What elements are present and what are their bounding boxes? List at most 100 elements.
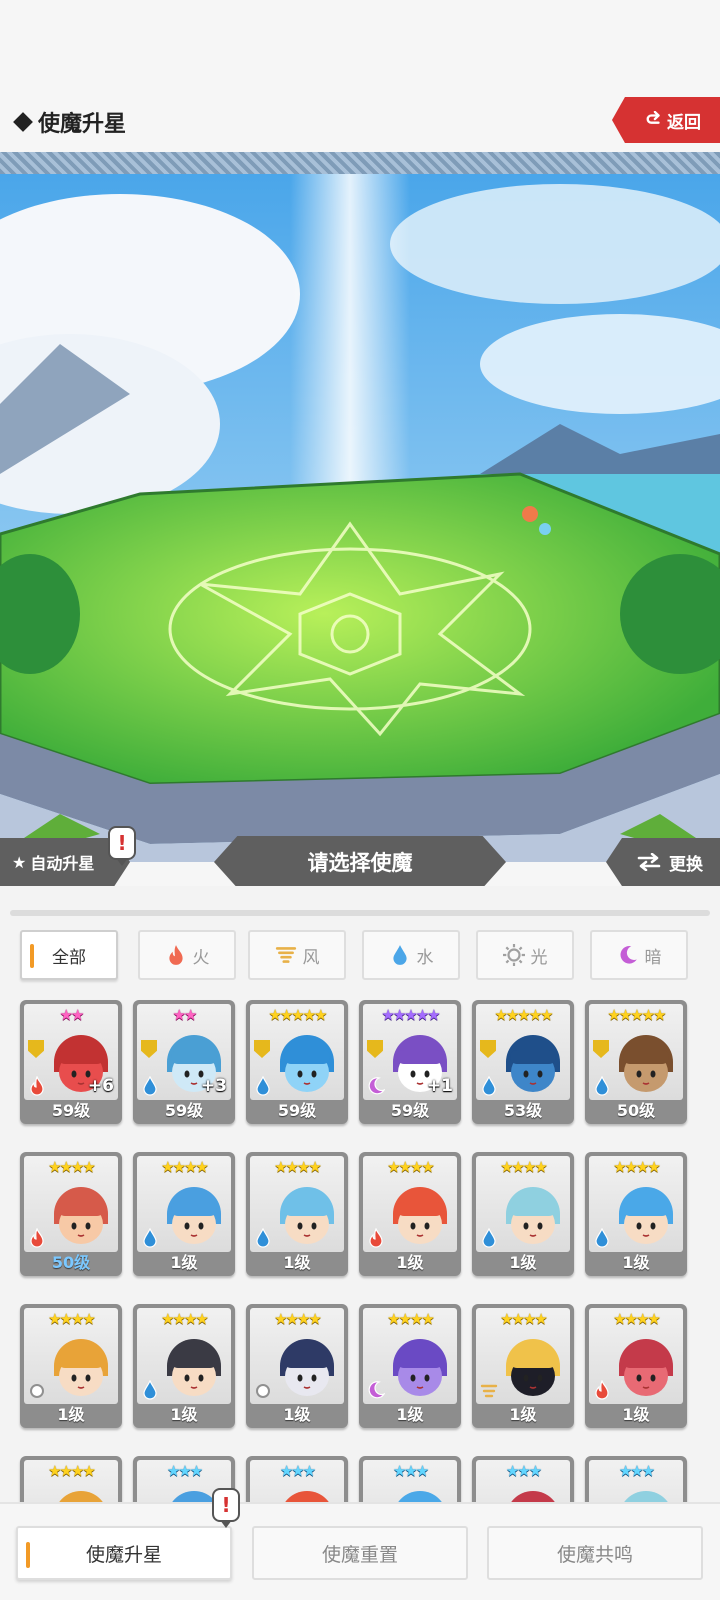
familiar-character-art — [393, 1339, 447, 1396]
familiar-character-art — [285, 1491, 329, 1502]
star-rating: ★★★ — [392, 1462, 429, 1480]
familiar-card[interactable]: ★★★★★ 53级 — [472, 1000, 574, 1124]
familiar-level: 1级 — [396, 1405, 424, 1424]
familiar-card[interactable]: ★★★★ 1级 — [20, 1304, 122, 1428]
familiar-level: 1级 — [622, 1405, 650, 1424]
back-button[interactable]: 返回 — [612, 97, 720, 143]
filter-tab-dark[interactable]: 暗 — [590, 930, 688, 980]
return-icon — [646, 111, 660, 124]
familiar-card[interactable]: ★★★★ 1级 — [359, 1304, 461, 1428]
filter-tab-water[interactable]: 水 — [362, 930, 460, 980]
water-element-icon — [143, 1380, 157, 1400]
familiar-portrait: ★★ +3 — [137, 1004, 231, 1100]
swap-button[interactable]: 更换 — [606, 838, 720, 886]
star-rating: ★★★★ — [48, 1310, 96, 1328]
alert-badge: ! — [212, 1488, 240, 1528]
filter-tab-fire[interactable]: 火 — [138, 930, 236, 980]
familiar-level: 1级 — [170, 1405, 198, 1424]
star-rating: ★★★ — [279, 1462, 316, 1480]
familiar-card[interactable]: ★★★ — [472, 1456, 574, 1502]
familiar-card[interactable]: ★★★★ 1级 — [585, 1152, 687, 1276]
star-rating: ★★★ — [505, 1462, 542, 1480]
familiar-level: 1级 — [396, 1253, 424, 1272]
star-rating: ★★★★ — [500, 1310, 548, 1328]
water-element-icon — [143, 1076, 157, 1096]
star-rating: ★★★ — [166, 1462, 203, 1480]
familiar-card[interactable]: ★★★★ 1级 — [359, 1152, 461, 1276]
familiar-portrait: ★★★★ — [24, 1460, 118, 1502]
familiar-card[interactable]: ★★★★ — [20, 1456, 122, 1502]
familiar-character-art — [511, 1491, 555, 1502]
star-rating: ★★ — [59, 1006, 85, 1024]
star-rating: ★★★★ — [48, 1158, 96, 1176]
dark-icon — [617, 944, 639, 966]
page-title: 使魔升星 — [13, 106, 126, 138]
summoning-platform-scene — [0, 152, 720, 862]
star-rating: ★★★★ — [274, 1158, 322, 1176]
star-rating: ★★★★ — [48, 1462, 96, 1480]
familiar-card[interactable]: ★★ +3 59级 — [133, 1000, 235, 1124]
tab-resonance[interactable]: 使魔共鸣 — [487, 1526, 703, 1580]
light-element-icon — [256, 1384, 270, 1398]
familiar-level: 1级 — [622, 1253, 650, 1272]
familiar-card[interactable]: ★★★★ 1级 — [472, 1304, 574, 1428]
familiar-level: 1级 — [57, 1405, 85, 1424]
star-rating: ★★★★★ — [381, 1006, 440, 1024]
familiar-card[interactable]: ★★★ — [246, 1456, 348, 1502]
familiar-character-art — [167, 1339, 221, 1396]
familiar-character-art — [280, 1339, 334, 1396]
filter-tab-all[interactable]: 全部 — [20, 930, 118, 980]
familiar-portrait: ★★★★★ — [250, 1004, 344, 1100]
fire-element-icon — [30, 1076, 44, 1096]
star-rating: ★★★★ — [161, 1158, 209, 1176]
familiar-card[interactable]: ★★★★ 1级 — [133, 1304, 235, 1428]
familiar-portrait: ★★★ — [363, 1460, 457, 1502]
filter-tab-light[interactable]: 光 — [476, 930, 574, 980]
filter-tab-wind[interactable]: 风 — [248, 930, 346, 980]
diamond-icon — [13, 112, 33, 132]
familiar-card[interactable]: ★★ +6 59级 — [20, 1000, 122, 1124]
bonus-count: +1 — [426, 1076, 453, 1096]
familiar-portrait: ★★★★ — [589, 1308, 683, 1404]
familiar-card[interactable]: ★★★★ 1级 — [246, 1304, 348, 1428]
star-rating: ★★★★ — [274, 1310, 322, 1328]
familiar-portrait: ★★★★ — [476, 1156, 570, 1252]
water-element-icon — [595, 1228, 609, 1248]
familiar-portrait: ★★★★★ — [589, 1004, 683, 1100]
shield-icon — [593, 1040, 609, 1058]
star-rating: ★★★ — [618, 1462, 655, 1480]
bonus-count: +3 — [200, 1076, 227, 1096]
star-rating: ★★★★ — [613, 1310, 661, 1328]
alert-badge: ! — [108, 826, 136, 866]
familiar-card[interactable]: ★★★★ 50级 — [20, 1152, 122, 1276]
familiar-card[interactable]: ★★★★★ 50级 — [585, 1000, 687, 1124]
familiar-level: 59级 — [164, 1101, 204, 1120]
light-icon — [502, 944, 525, 966]
familiar-level: 53级 — [503, 1101, 543, 1120]
filter-label: 全部 — [52, 947, 86, 968]
familiar-portrait: ★★ +6 — [24, 1004, 118, 1100]
familiar-portrait: ★★★★ — [363, 1308, 457, 1404]
familiar-character-art — [280, 1187, 334, 1244]
familiar-card[interactable]: ★★★ — [359, 1456, 461, 1502]
familiar-card[interactable]: ★★★★ 1级 — [133, 1152, 235, 1276]
tab-reset[interactable]: 使魔重置 — [252, 1526, 468, 1580]
water-element-icon — [482, 1228, 496, 1248]
familiar-level: 59级 — [277, 1101, 317, 1120]
familiar-card[interactable]: ★★★★★ +1 59级 — [359, 1000, 461, 1124]
select-familiar-banner: 请选择使魔 — [214, 836, 506, 888]
familiar-card[interactable]: ★★★★★ 59级 — [246, 1000, 348, 1124]
star-rating: ★★★★★ — [494, 1006, 553, 1024]
light-element-icon — [30, 1384, 44, 1398]
tab-star-upgrade[interactable]: 使魔升星 — [16, 1526, 232, 1580]
familiar-character-art — [54, 1339, 108, 1396]
familiar-portrait: ★★★★ — [476, 1308, 570, 1404]
familiar-card[interactable]: ★★★★ 1级 — [472, 1152, 574, 1276]
familiar-level: 50级 — [51, 1253, 91, 1272]
familiar-card[interactable]: ★★★ — [585, 1456, 687, 1502]
star-icon: ★ — [12, 852, 27, 872]
familiar-card[interactable]: ★★★★ 1级 — [585, 1304, 687, 1428]
water-element-icon — [256, 1076, 270, 1096]
familiar-card[interactable]: ★★★★ 1级 — [246, 1152, 348, 1276]
filter-label: 火 — [192, 947, 210, 968]
